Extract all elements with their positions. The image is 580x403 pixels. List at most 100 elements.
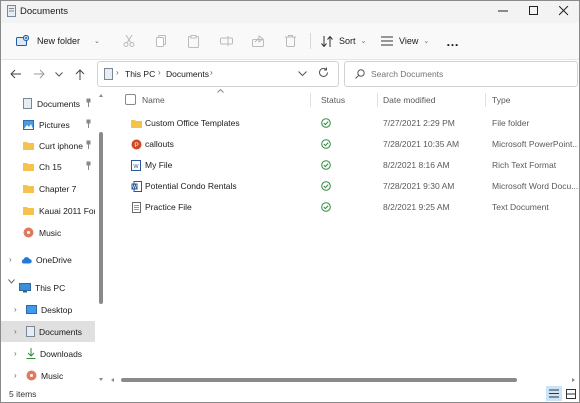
folder-icon	[23, 184, 34, 193]
details-view-icon	[549, 389, 559, 398]
close-button[interactable]	[549, 1, 579, 21]
pin-icon	[85, 140, 92, 149]
copy-button[interactable]	[156, 31, 167, 51]
sidebar-item-desktop[interactable]: Desktop	[26, 299, 95, 320]
select-all-checkbox[interactable]	[125, 94, 136, 105]
download-icon	[26, 348, 36, 359]
address-bar[interactable]: › This PC › Documents ›	[97, 61, 339, 87]
sidebar-item-documents-pc[interactable]: Documents	[26, 321, 95, 342]
sidebar-item-label: Music	[39, 227, 62, 238]
column-divider[interactable]	[377, 93, 378, 107]
navigation-pane: Documents Pictures Curt iphone Ch 15 Cha…	[1, 89, 105, 385]
view-label: View	[399, 36, 419, 46]
item-count: 5 items	[9, 389, 37, 399]
search-box[interactable]	[344, 61, 578, 87]
column-divider[interactable]	[485, 93, 486, 107]
text-file-icon	[132, 202, 141, 213]
sidebar-item-label: Ch 15	[39, 161, 62, 172]
chevron-right-icon[interactable]: ›	[14, 371, 17, 380]
refresh-button[interactable]	[318, 67, 329, 78]
new-folder-icon	[16, 35, 29, 47]
folder-icon	[23, 141, 34, 150]
chevron-down-icon	[55, 71, 63, 77]
chevron-down-icon: ⌄	[94, 38, 100, 45]
sort-label: Sort	[339, 36, 356, 46]
sidebar-item-label: Documents	[39, 326, 82, 337]
sidebar-item-label: Curt iphone	[39, 140, 83, 151]
maximize-button[interactable]	[519, 1, 549, 21]
sync-status-icon	[321, 181, 331, 191]
address-dropdown-icon[interactable]	[298, 71, 307, 76]
back-button[interactable]	[7, 66, 23, 82]
word-file-icon: W	[131, 181, 142, 192]
desktop-icon	[26, 305, 37, 314]
file-explorer-window: Documents New folder ⌄ Sort ⌄ View ⌄ … ›…	[0, 0, 580, 403]
details-view-button[interactable]	[546, 386, 562, 401]
sidebar-item-label: Downloads	[40, 348, 83, 359]
copy-icon	[156, 35, 167, 47]
tiles-view-button[interactable]	[563, 386, 578, 401]
column-header-status[interactable]: Status	[321, 95, 345, 105]
documents-icon	[7, 5, 16, 17]
file-date: 7/28/2021 10:35 AM	[383, 139, 460, 149]
sort-caret-icon	[217, 89, 224, 93]
cut-button[interactable]	[123, 31, 135, 51]
column-header-date-modified[interactable]: Date modified	[383, 95, 435, 105]
file-row[interactable]: Practice File 8/2/2021 9:25 AM Text Docu…	[105, 197, 579, 218]
horizontal-scrollbar-thumb[interactable]	[121, 378, 517, 382]
chevron-right-icon[interactable]: ›	[14, 349, 17, 358]
sidebar-item-music-pc[interactable]: Music	[26, 365, 95, 386]
sort-icon	[321, 35, 333, 47]
breadcrumb-documents[interactable]: Documents	[166, 69, 209, 79]
chevron-right-icon[interactable]: ›	[14, 305, 17, 314]
arrow-up-icon	[75, 68, 85, 80]
sort-button[interactable]: Sort ⌄	[321, 31, 366, 51]
horizontal-scrollbar[interactable]	[109, 376, 577, 384]
sidebar-item-kauai-2011[interactable]: Kauai 2011 For	[23, 200, 95, 221]
share-button[interactable]	[252, 31, 264, 51]
more-options-button[interactable]: …	[446, 31, 459, 51]
file-row[interactable]: W Potential Condo Rentals 7/28/2021 9:30…	[105, 176, 579, 197]
sidebar-scrollbar-thumb[interactable]	[99, 132, 103, 304]
folder-icon	[23, 162, 34, 171]
chevron-down-icon: ⌄	[360, 38, 367, 45]
sidebar-scrollbar[interactable]	[97, 90, 105, 386]
svg-text:W: W	[132, 185, 137, 191]
breadcrumb-this-pc[interactable]: This PC	[125, 69, 155, 79]
recent-locations-button[interactable]	[51, 66, 67, 82]
column-header-name[interactable]: Name	[142, 95, 165, 105]
file-row[interactable]: Custom Office Templates 7/27/2021 2:29 P…	[105, 113, 579, 134]
chevron-right-icon[interactable]: ›	[14, 327, 17, 336]
file-row[interactable]: P callouts 7/28/2021 10:35 AM Microsoft …	[105, 134, 579, 155]
search-input[interactable]	[369, 65, 573, 83]
view-list-icon	[381, 36, 393, 46]
sidebar-item-label: Chapter 7	[39, 183, 77, 194]
up-button[interactable]	[72, 66, 88, 82]
svg-text:W: W	[133, 164, 139, 170]
breadcrumb-separator-icon: ›	[158, 68, 161, 77]
forward-button[interactable]	[31, 66, 47, 82]
rename-button[interactable]	[220, 31, 233, 51]
sidebar-item-label: Kauai 2011 For	[39, 205, 95, 216]
pin-icon	[85, 161, 92, 170]
pc-location-icon	[104, 68, 113, 80]
column-divider[interactable]	[310, 93, 311, 107]
scroll-right-arrow[interactable]	[572, 378, 575, 382]
file-row[interactable]: W My File 8/2/2021 8:16 AM Rich Text For…	[105, 155, 579, 176]
column-header-type[interactable]: Type	[492, 95, 510, 105]
chevron-down-icon[interactable]	[8, 279, 15, 284]
new-folder-button[interactable]: New folder ⌄	[16, 31, 100, 51]
paste-button[interactable]	[188, 31, 199, 51]
minimize-button[interactable]	[488, 1, 518, 21]
file-name: Potential Condo Rentals	[145, 181, 237, 191]
breadcrumb-separator-icon: ›	[210, 68, 213, 77]
view-button[interactable]: View ⌄	[381, 31, 429, 51]
sidebar-item-downloads[interactable]: Downloads	[26, 343, 95, 364]
computer-icon	[19, 282, 31, 293]
scroll-left-arrow[interactable]	[111, 378, 114, 382]
delete-button[interactable]	[285, 31, 296, 51]
chevron-right-icon[interactable]: ›	[9, 255, 12, 264]
scroll-down-arrow[interactable]	[99, 378, 103, 381]
toolbar-divider	[310, 33, 311, 49]
scroll-up-arrow[interactable]	[99, 94, 103, 97]
